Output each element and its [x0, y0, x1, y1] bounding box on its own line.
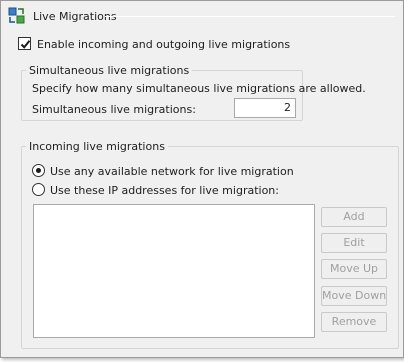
ip-addresses-radio[interactable] [32, 183, 45, 196]
move-up-button[interactable]: Move Up [321, 259, 387, 279]
simultaneous-group-title: Simultaneous live migrations [26, 64, 193, 77]
enable-live-migrations-checkbox[interactable] [18, 37, 31, 50]
enable-live-migrations-label[interactable]: Enable incoming and outgoing live migrat… [37, 38, 290, 51]
add-button[interactable]: Add [321, 207, 387, 227]
incoming-group-title: Incoming live migrations [26, 140, 168, 153]
any-network-radio[interactable] [32, 164, 45, 177]
live-migrations-panel: Live Migrations Enable incoming and outg… [0, 0, 404, 358]
section-header: Live Migrations [8, 7, 400, 25]
radio-selected-dot [36, 168, 41, 173]
ip-address-list[interactable] [33, 204, 315, 338]
checkmark-icon [20, 40, 31, 49]
ip-addresses-label[interactable]: Use these IP addresses for live migratio… [50, 184, 279, 197]
simultaneous-description: Specify how many simultaneous live migra… [32, 82, 366, 95]
remove-button[interactable]: Remove [321, 312, 387, 332]
live-migration-icon [8, 7, 25, 24]
simultaneous-field-label: Simultaneous live migrations: [32, 103, 196, 116]
header-divider [105, 16, 395, 17]
edit-button[interactable]: Edit [321, 233, 387, 253]
move-down-button[interactable]: Move Down [321, 286, 387, 306]
simultaneous-migrations-input[interactable]: 2 [234, 98, 296, 118]
any-network-label[interactable]: Use any available network for live migra… [50, 165, 294, 178]
